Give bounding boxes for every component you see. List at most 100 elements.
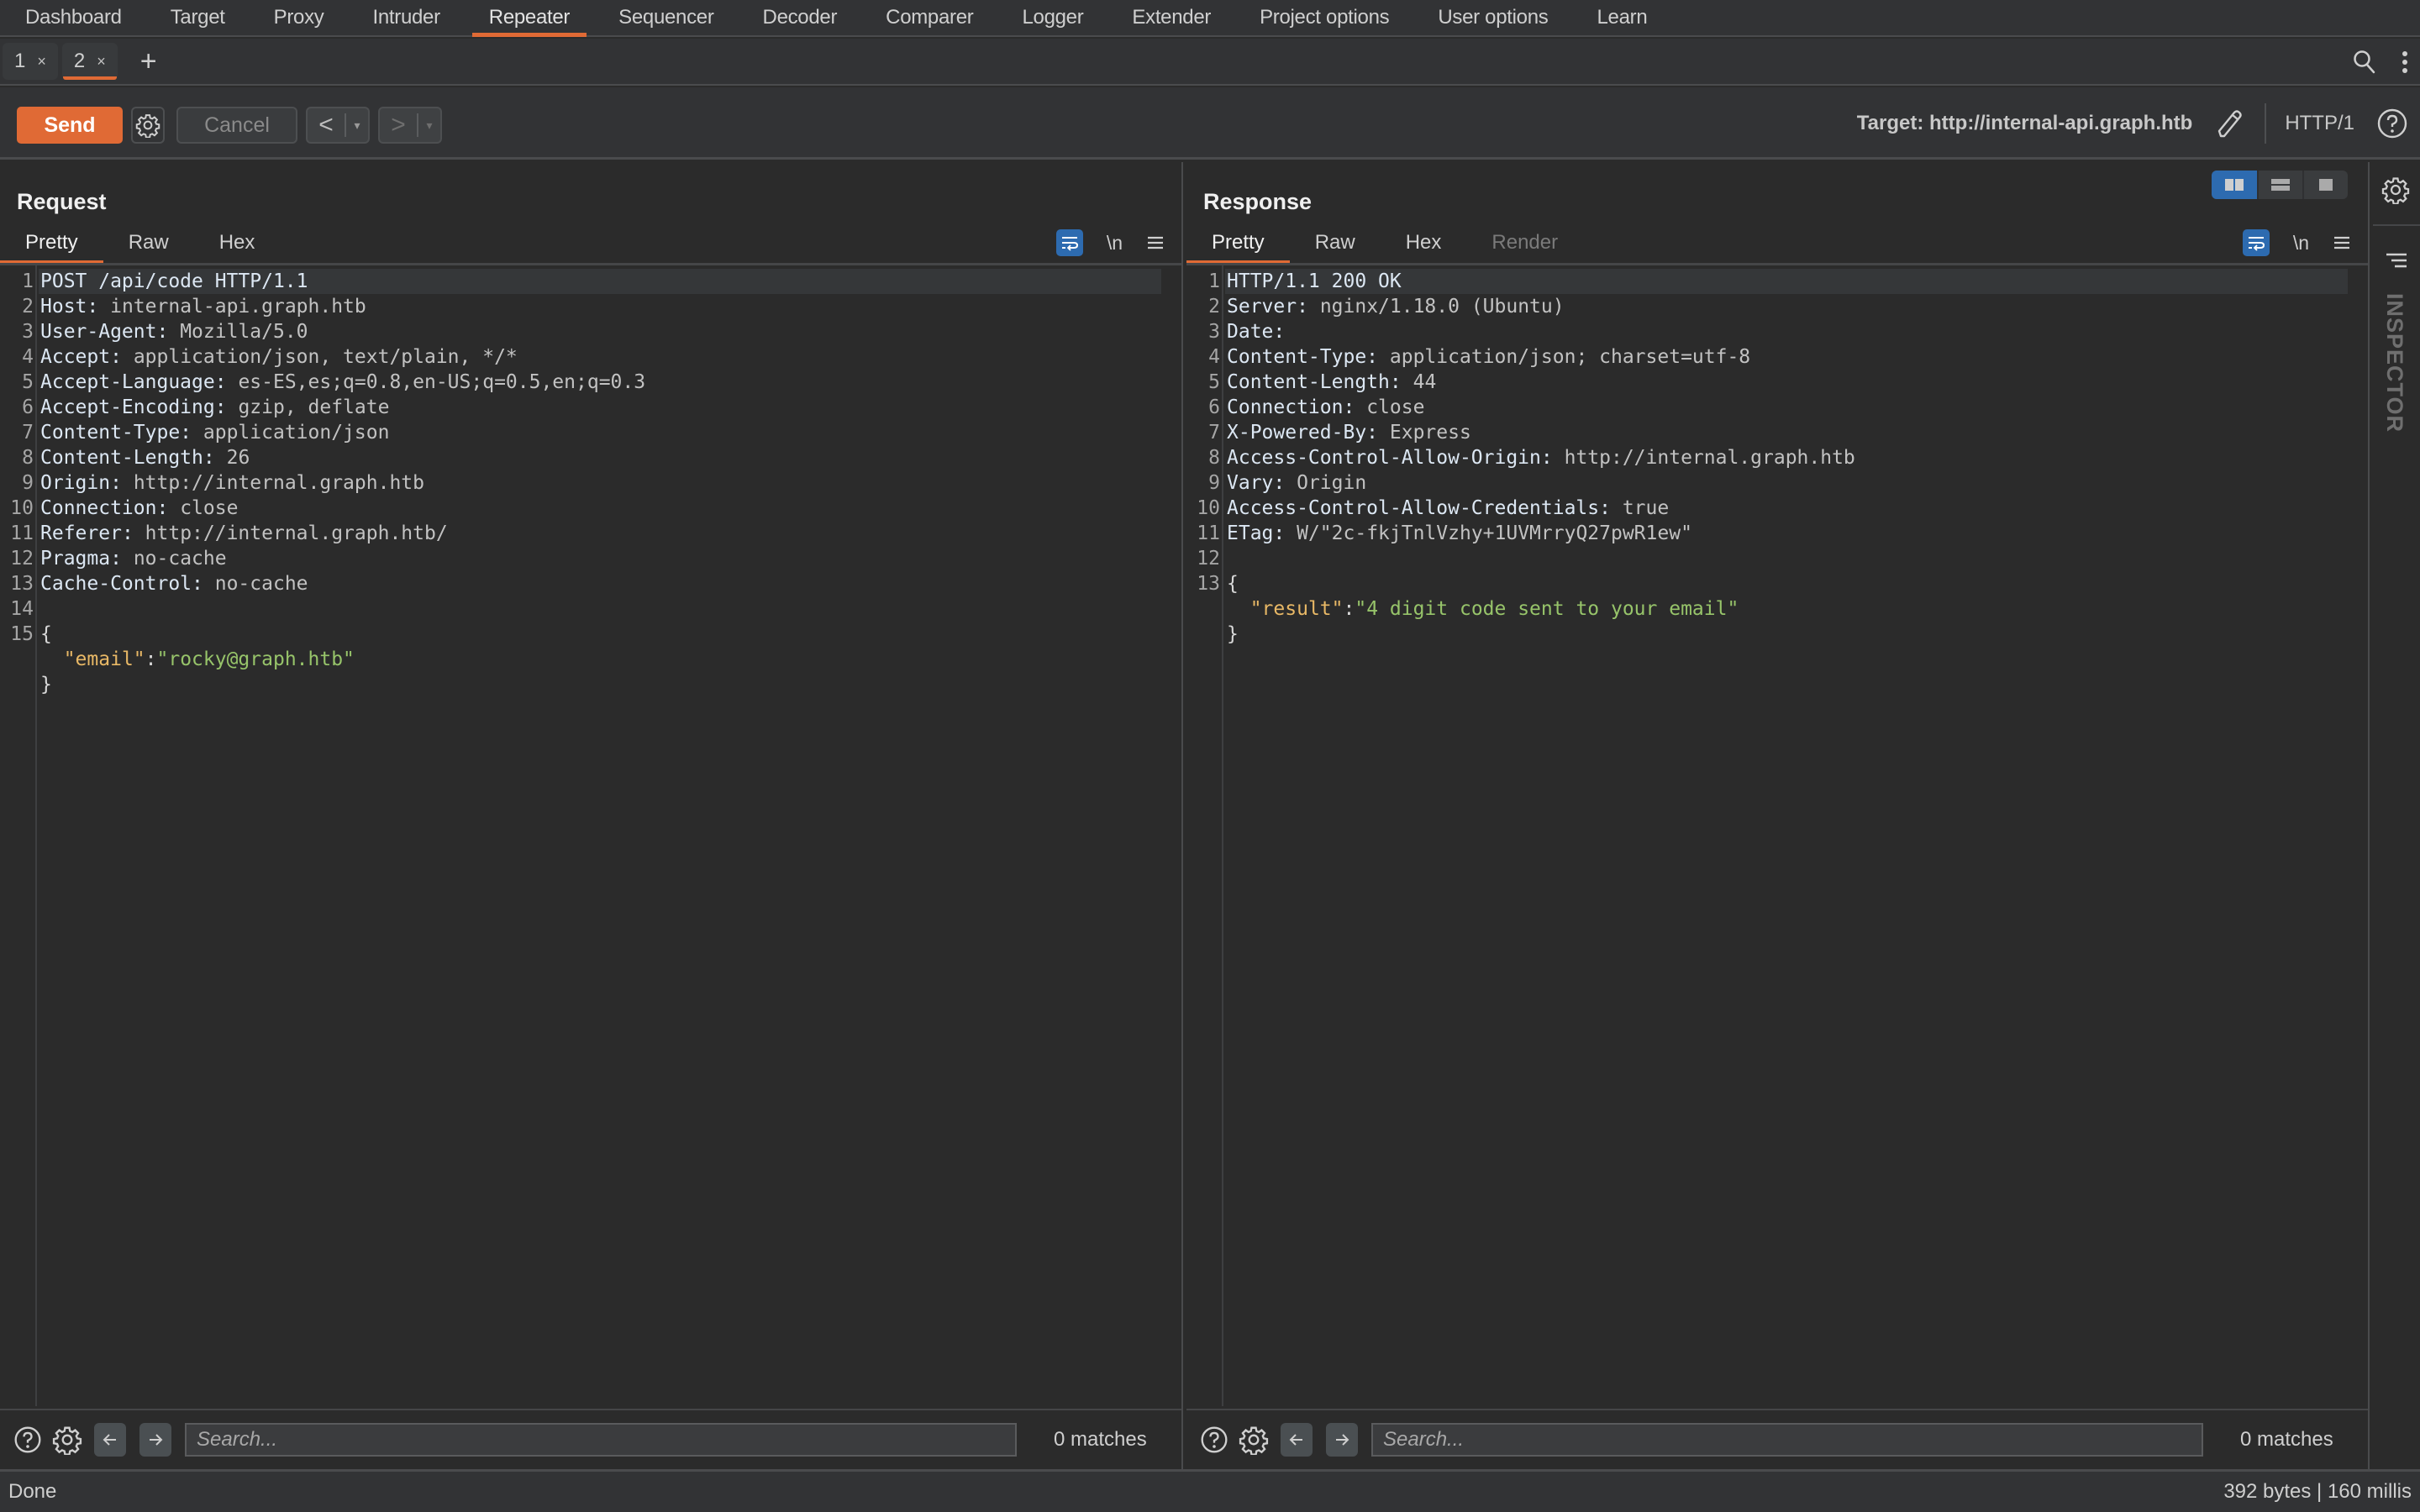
word-wrap-toggle[interactable]: [1055, 229, 1083, 256]
gear-icon: [2381, 177, 2410, 205]
close-tab-icon[interactable]: ×: [37, 53, 46, 71]
layout-side-by-side-button[interactable]: [2212, 171, 2257, 199]
menu-sequencer[interactable]: Sequencer: [602, 0, 730, 35]
menu-extender[interactable]: Extender: [1115, 0, 1228, 35]
send-settings-button[interactable]: [131, 107, 165, 144]
editor-menu-button[interactable]: [1146, 234, 1165, 251]
layout-single-button[interactable]: [2302, 171, 2348, 199]
dropdown-arrow-icon[interactable]: ▾: [418, 118, 440, 133]
header-colon: :: [87, 296, 99, 318]
json-value: "rocky@graph.htb": [156, 648, 355, 670]
response-tab-hex[interactable]: Hex: [1381, 226, 1467, 260]
inspector-settings-button[interactable]: [2381, 176, 2410, 208]
search-icon[interactable]: [2353, 50, 2376, 75]
request-editor[interactable]: 1 POST /api/code HTTP/1.1 2 Host: internal-…: [0, 265, 1181, 1406]
header-line: Server: nginx/1.18.0 (Ubuntu): [1227, 294, 1565, 319]
history-back-button[interactable]: < ▾: [306, 107, 370, 144]
edit-target-button[interactable]: [2214, 108, 2244, 139]
line-number: 13: [1197, 573, 1220, 595]
inspector-filter-button[interactable]: [2385, 251, 2408, 274]
close-tab-icon[interactable]: ×: [97, 53, 106, 71]
response-editor[interactable]: 1 HTTP/1.1 200 OK 2 Server: nginx/1.18.0 (U…: [1186, 265, 2368, 1406]
response-tab-raw[interactable]: Raw: [1290, 226, 1381, 260]
header-colon: :: [1599, 497, 1611, 519]
request-panel: Request Pretty Raw Hex \n 1 POST /api/cod…: [0, 162, 1181, 1469]
menu-intruder[interactable]: Intruder: [355, 0, 456, 35]
search-settings-button[interactable]: [1239, 1425, 1269, 1455]
menu-decoder[interactable]: Decoder: [746, 0, 855, 35]
response-title: Response: [1203, 189, 1313, 214]
menu-user-options[interactable]: User options: [1421, 0, 1565, 35]
send-button[interactable]: Send: [17, 107, 123, 144]
show-newlines-toggle[interactable]: \n: [2293, 232, 2309, 255]
response-tab-pretty[interactable]: Pretty: [1186, 226, 1290, 264]
header-colon: :: [110, 548, 122, 570]
search-help-button[interactable]: [13, 1425, 42, 1454]
add-tab-button[interactable]: +: [140, 45, 157, 78]
search-previous-button[interactable]: [94, 1423, 126, 1457]
more-vertical-icon[interactable]: [2402, 50, 2408, 74]
header-line: Date:: [1227, 319, 1285, 344]
editor-line: 7 Content-Type: application/json: [0, 420, 1181, 445]
header-name: Date: [1227, 321, 1274, 343]
http-version-selector[interactable]: HTTP/1: [2285, 112, 2354, 135]
request-search-input[interactable]: [185, 1423, 1017, 1457]
editor-line: 13 Cache-Control: no-cache: [0, 571, 1181, 596]
menu-repeater[interactable]: Repeater: [471, 0, 587, 37]
search-settings-button[interactable]: [52, 1425, 82, 1455]
header-line: Vary: Origin: [1227, 470, 1366, 496]
line-number: 3: [22, 321, 34, 343]
request-tab-hex[interactable]: Hex: [194, 226, 281, 260]
dropdown-arrow-icon[interactable]: ▾: [346, 118, 368, 133]
inspector-label[interactable]: INSPECTOR: [2381, 293, 2407, 433]
line-number: 6: [22, 396, 34, 418]
search-next-button[interactable]: [139, 1423, 171, 1457]
menu-learn[interactable]: Learn: [1580, 0, 1664, 35]
header-line: X-Powered-By: Express: [1227, 420, 1471, 445]
header-space: [1355, 396, 1366, 418]
json-colon: :: [1343, 598, 1355, 620]
layout-top-bottom-button[interactable]: [2257, 171, 2302, 199]
menu-comparer[interactable]: Comparer: [869, 0, 990, 35]
menu-dashboard[interactable]: Dashboard: [8, 0, 139, 35]
search-next-button[interactable]: [1326, 1423, 1358, 1457]
line-number: 3: [1208, 321, 1220, 343]
repeater-tab-1[interactable]: 1 ×: [3, 43, 58, 80]
response-search-input[interactable]: [1371, 1423, 2203, 1457]
line-number: 2: [1208, 296, 1220, 318]
header-colon: :: [1366, 346, 1379, 368]
header-line: Origin: http://internal.graph.htb: [40, 470, 424, 496]
start-line-text: POST /api/code HTTP/1.1: [40, 270, 308, 292]
line-number: 8: [22, 447, 34, 469]
history-forward-button[interactable]: > ▾: [378, 107, 442, 144]
help-button[interactable]: [2376, 108, 2408, 139]
header-name: ETag: [1227, 522, 1274, 544]
cancel-button[interactable]: Cancel: [176, 107, 297, 144]
response-tab-render[interactable]: Render: [1466, 226, 1583, 260]
header-line: Connection: close: [1227, 395, 1424, 420]
header-value: application/json, text/plain, */*: [133, 346, 518, 368]
header-value: no-cache: [214, 573, 308, 595]
header-name: Accept-Language: [40, 371, 215, 393]
show-newlines-toggle[interactable]: \n: [1107, 232, 1123, 255]
editor-line: 3 Date:: [1186, 319, 2368, 344]
request-tab-raw[interactable]: Raw: [103, 226, 194, 260]
request-tab-pretty[interactable]: Pretty: [0, 226, 103, 264]
repeater-tab-2[interactable]: 2 ×: [61, 43, 118, 80]
menu-project-options[interactable]: Project options: [1243, 0, 1406, 35]
header-name: Accept: [40, 346, 111, 368]
header-name: Content-Length: [40, 447, 203, 469]
editor-menu-button[interactable]: [2333, 234, 2351, 251]
search-help-button[interactable]: [1200, 1425, 1228, 1454]
header-line: Accept-Encoding: gzip, deflate: [40, 395, 389, 420]
header-name: Cache-Control: [40, 573, 192, 595]
header-space: [227, 396, 239, 418]
word-wrap-toggle[interactable]: [2242, 229, 2270, 256]
line-number: 5: [22, 371, 34, 393]
search-previous-button[interactable]: [1281, 1423, 1313, 1457]
menu-proxy[interactable]: Proxy: [257, 0, 341, 35]
json-key: "email": [63, 648, 145, 670]
header-line: Content-Length: 26: [40, 445, 250, 470]
menu-target[interactable]: Target: [154, 0, 242, 35]
menu-logger[interactable]: Logger: [1005, 0, 1100, 35]
